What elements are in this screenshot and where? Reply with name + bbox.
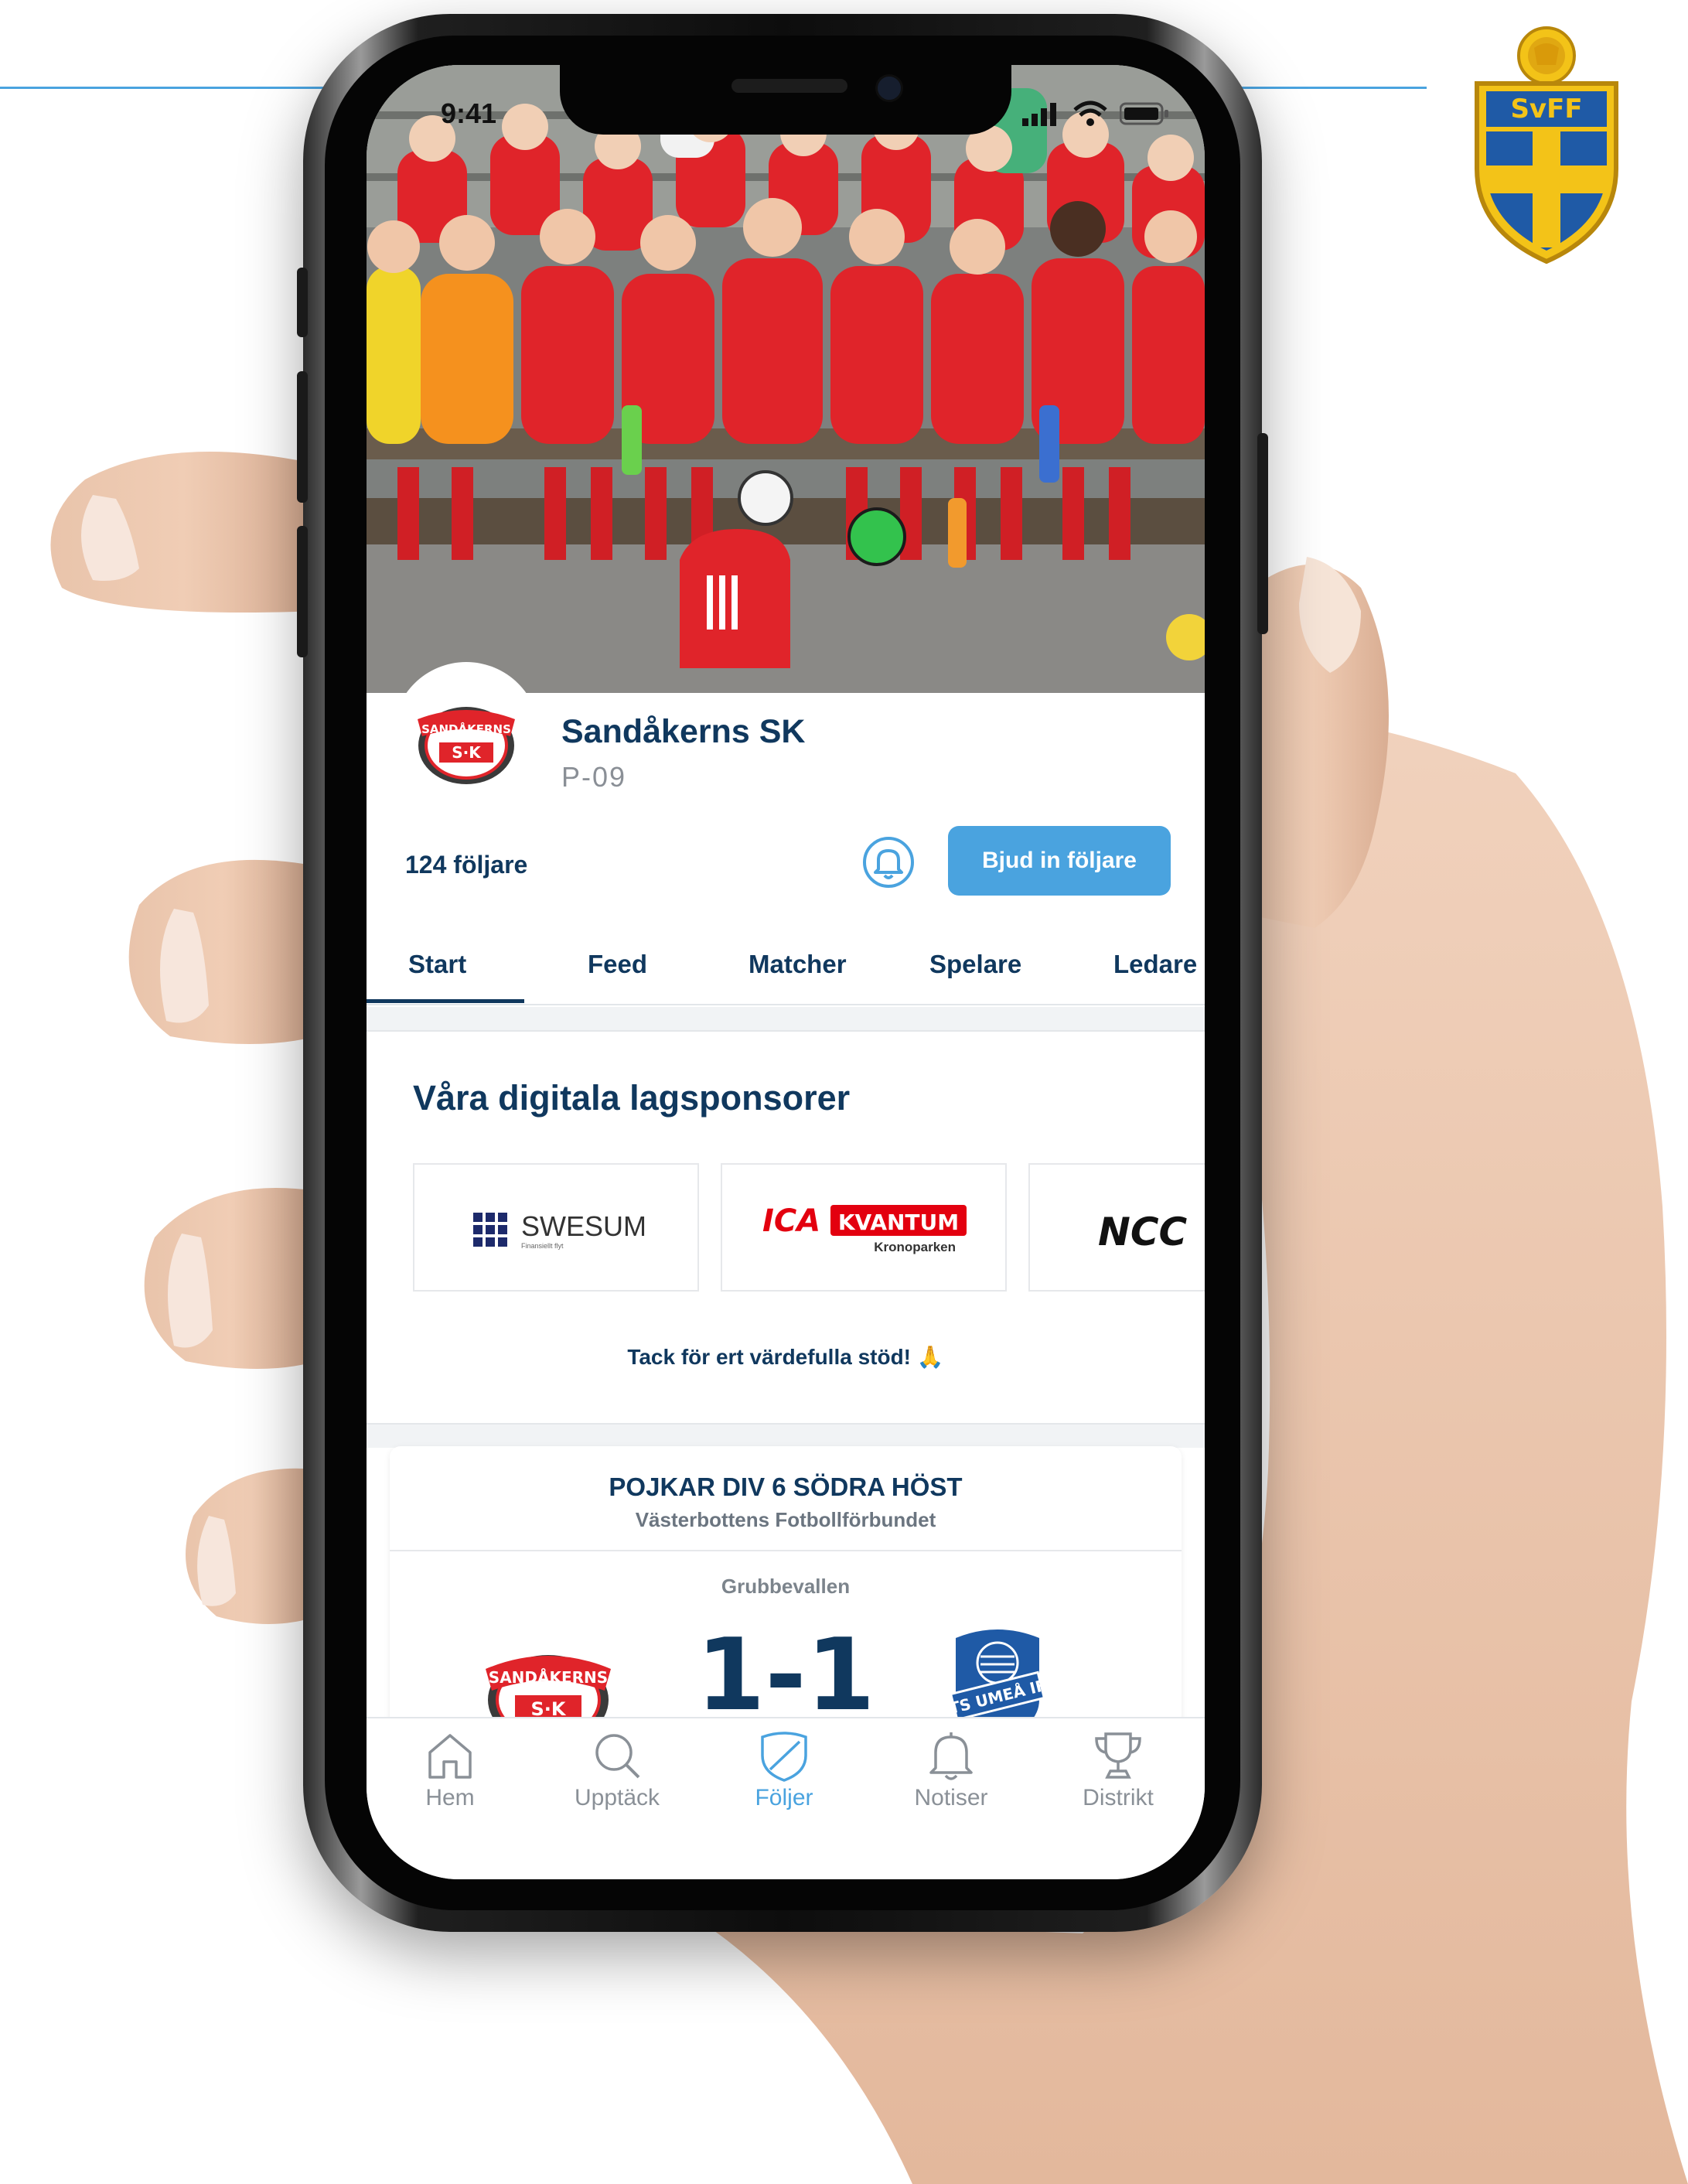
nav-label-hem: Hem [425, 1785, 475, 1810]
match-divider [390, 1550, 1182, 1551]
tab-spelare[interactable]: Spelare [929, 950, 1021, 979]
swesum-logo: SWESUM Finansiellt flyt [473, 1210, 646, 1250]
active-tab-indicator [367, 999, 524, 1003]
notch [560, 65, 1011, 135]
kvantum-text: KVANTUM [838, 1210, 959, 1235]
ica-kvantum-logo: ICA KVANTUM Kronoparken [762, 1203, 967, 1254]
match-card[interactable]: POJKAR DIV 6 SÖDRA HÖST Västerbottens Fo… [390, 1446, 1182, 1756]
ica-text: ICA [762, 1203, 820, 1239]
crest-text-top: SANDÅKERNS [421, 722, 511, 736]
sandakerns-crest-logo: SANDÅKERNS S·K [418, 707, 515, 784]
nav-label-upptack: Upptäck [574, 1785, 660, 1810]
nav-label-notiser: Notiser [914, 1785, 988, 1810]
invite-followers-button[interactable]: Bjud in följare [948, 826, 1171, 896]
federation-name: Västerbottens Fotbollförbundet [635, 1508, 936, 1531]
power-button [1257, 433, 1268, 634]
status-icons [1022, 101, 1169, 127]
team-name: Sandåkerns SK [561, 713, 806, 750]
followers-count[interactable]: 124 följare [405, 851, 527, 879]
ncc-logo: NCC [1098, 1210, 1188, 1254]
nav-item-distrikt[interactable]: Distrikt [1035, 1718, 1202, 1827]
bottom-navigation: Hem Upptäck Följer Notiser Distrikt [367, 1717, 1205, 1879]
sponsor-card-ncc[interactable]: NCC [1028, 1163, 1205, 1292]
sponsors-title: Våra digitala lagsponsorer [413, 1078, 851, 1118]
phone-screen: 9:41 SANDÅKERNS S·K Sandåkerns SK P-09 1… [367, 65, 1205, 1879]
team-photo [367, 65, 1205, 693]
crest-text-bottom: S·K [452, 743, 482, 762]
signal-icon [1022, 103, 1056, 126]
nav-item-notiser[interactable]: Notiser [868, 1718, 1035, 1827]
kronoparken-text: Kronoparken [874, 1240, 956, 1254]
trophy-icon [1095, 1732, 1141, 1779]
swesum-tagline: Finansiellt flyt [521, 1242, 564, 1250]
tab-feed[interactable]: Feed [588, 950, 647, 979]
wifi-icon [1073, 101, 1107, 126]
tab-matcher[interactable]: Matcher [749, 950, 847, 979]
nav-item-foljer[interactable]: Följer [701, 1718, 868, 1827]
nav-label-foljer: Följer [755, 1785, 813, 1810]
sponsor-card-swesum[interactable]: SWESUM Finansiellt flyt [413, 1163, 699, 1292]
sponsors-thanks: Tack för ert värdefulla stöd! 🙏 [627, 1345, 944, 1369]
nav-item-upptack[interactable]: Upptäck [534, 1718, 701, 1827]
section-divider-2 [367, 1423, 1205, 1448]
status-time: 9:41 [441, 97, 497, 129]
section-divider [367, 1007, 1205, 1032]
battery-icon [1120, 102, 1168, 125]
speaker-grille [731, 79, 847, 93]
stage: SvFF 9:41 SANDÅKERNS S·K Sandåkerns SK P… [0, 0, 1688, 2184]
shield-icon [761, 1732, 807, 1782]
front-camera [875, 74, 903, 102]
league-name: POJKAR DIV 6 SÖDRA HÖST [609, 1472, 963, 1501]
match-venue: Grubbevallen [721, 1575, 851, 1598]
sponsor-card-ica-kvantum[interactable]: ICA KVANTUM Kronoparken [721, 1163, 1007, 1292]
bell-icon [929, 1732, 973, 1780]
volume-up-button [297, 371, 308, 503]
team-subtitle: P-09 [561, 761, 627, 793]
ncc-text: NCC [1098, 1210, 1188, 1254]
team-avatar[interactable]: SANDÅKERNS S·K [393, 662, 540, 809]
tab-start[interactable]: Start [408, 950, 466, 979]
notification-bell-button[interactable] [861, 835, 916, 889]
bell-icon [874, 849, 903, 874]
home-icon [428, 1734, 472, 1779]
nav-label-distrikt: Distrikt [1083, 1785, 1154, 1810]
tab-ledare[interactable]: Ledare [1113, 950, 1197, 979]
nav-item-hem[interactable]: Hem [367, 1718, 534, 1827]
match-score: 1-1 [696, 1618, 875, 1733]
search-icon [595, 1734, 640, 1779]
tab-bar: Start Feed Matcher Spelare Ledare [367, 934, 1205, 1005]
silent-switch [297, 268, 308, 337]
swesum-name: SWESUM [521, 1210, 646, 1242]
volume-down-button [297, 526, 308, 657]
